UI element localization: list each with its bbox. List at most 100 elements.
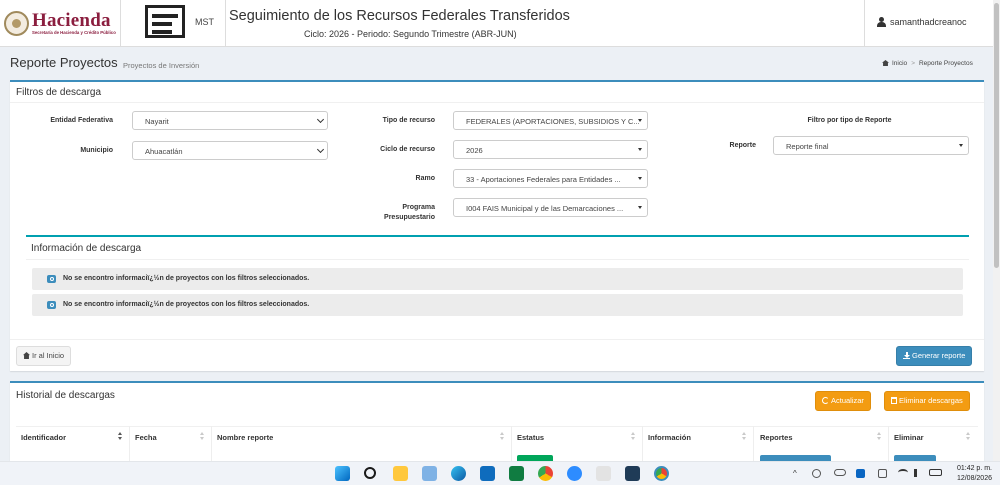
filters-panel-title: Filtros de descarga (16, 87, 102, 98)
hacienda-logo[interactable]: Hacienda Secretaría de Hacienda y Crédit… (0, 0, 120, 47)
mst-logo: MST (120, 0, 226, 47)
ramo-label: Ramo (415, 175, 435, 182)
national-seal-icon (4, 11, 29, 36)
delete-downloads-button[interactable]: Eliminar descargas (884, 391, 970, 411)
info-box: Información de descarga No se encontro i… (26, 235, 969, 321)
history-title: Historial de descargas (16, 390, 115, 401)
column-divider (129, 426, 130, 461)
outlook-icon[interactable] (480, 466, 495, 481)
trash-icon (891, 397, 897, 404)
ciclo-select[interactable]: 2026 (453, 140, 648, 159)
col-reportes[interactable]: Reportes (760, 433, 793, 442)
generate-report-button[interactable]: Generar reporte (896, 346, 973, 366)
user-icon (877, 17, 886, 27)
logo-subtitle: Secretaría de Hacienda y Crédito Público (32, 30, 116, 35)
divider (10, 102, 984, 103)
tipo-recurso-label: Tipo de recurso (382, 117, 435, 124)
alert-text: No se encontro informaciï¿½n de proyecto… (63, 275, 310, 282)
col-informacion[interactable]: Información (648, 433, 691, 442)
ramo-value: 33 - Aportaciones Federales para Entidad… (466, 175, 621, 184)
breadcrumb-current: Reporte Proyectos (918, 60, 973, 67)
sort-icon[interactable] (742, 432, 748, 441)
clock-time: 01:42 p. m. (956, 465, 992, 472)
tipo-recurso-select[interactable]: FEDERALES (APORTACIONES, SUBSIDIOS Y C..… (453, 111, 648, 130)
search-icon[interactable] (364, 467, 376, 479)
system-title: Seguimiento de los Recursos Federales Tr… (229, 8, 570, 24)
volume-icon[interactable] (914, 469, 923, 477)
page-title: Reporte Proyectos (10, 55, 118, 70)
ramo-select[interactable]: 33 - Aportaciones Federales para Entidad… (453, 169, 648, 188)
programa-select[interactable]: I004 FAIS Municipal y de las Demarcacion… (453, 198, 648, 217)
municipio-label: Municipio (80, 147, 113, 154)
col-fecha[interactable]: Fecha (135, 433, 157, 442)
show-hidden-icons[interactable]: ^ (793, 469, 797, 478)
sort-icon[interactable] (966, 432, 972, 441)
mst-label: MST (195, 17, 214, 27)
user-menu[interactable]: samanthadcreanoc (864, 0, 993, 47)
reporte-select[interactable]: Reporte final (773, 136, 969, 155)
wifi-icon[interactable] (898, 469, 908, 476)
filtro-tipo-label: Filtro por tipo de Reporte (807, 117, 892, 124)
headset-icon[interactable] (812, 469, 821, 478)
chevron-down-icon (316, 145, 325, 154)
home-button[interactable]: Ir al Inicio (16, 346, 72, 366)
battery-icon[interactable] (929, 469, 942, 476)
divider (10, 339, 984, 340)
divider (26, 259, 969, 260)
edge-icon[interactable] (451, 466, 466, 481)
col-nombre-reporte[interactable]: Nombre reporte (217, 433, 273, 442)
security-app-icon[interactable] (625, 466, 640, 481)
scrollbar-thumb[interactable] (994, 3, 999, 268)
weather-icon[interactable] (422, 466, 437, 481)
page-subtitle: Proyectos de Inversión (123, 61, 200, 70)
column-divider (511, 426, 512, 461)
sort-icon[interactable] (631, 432, 637, 441)
sort-desc-icon[interactable] (118, 432, 124, 441)
user-name[interactable]: samanthadcreanoc (890, 17, 967, 27)
delete-downloads-label: Eliminar descargas (899, 396, 963, 405)
reporte-value: Reporte final (786, 142, 829, 151)
home-icon (23, 352, 30, 359)
column-divider (753, 426, 754, 461)
col-estatus[interactable]: Estatus (517, 433, 544, 442)
dashboard-icon (882, 60, 889, 66)
start-icon[interactable] (335, 466, 350, 481)
col-eliminar[interactable]: Eliminar (894, 433, 924, 442)
col-identificador[interactable]: Identificador (21, 433, 66, 442)
eye-icon (47, 275, 56, 283)
home-button-label: Ir al Inicio (32, 351, 65, 360)
breadcrumb: Inicio > Reporte Proyectos (882, 60, 973, 67)
clock[interactable]: 01:42 p. m. 12/08/2026 (950, 464, 992, 484)
sort-icon[interactable] (200, 432, 206, 441)
zoom-icon[interactable] (567, 466, 582, 481)
chrome-profile-icon[interactable] (654, 466, 669, 481)
sort-icon[interactable] (500, 432, 506, 441)
excel-icon[interactable] (509, 466, 524, 481)
entidad-select[interactable]: Nayarit (132, 111, 328, 130)
file-explorer-icon[interactable] (393, 466, 408, 481)
caret-down-icon (638, 206, 642, 209)
ciclo-label: Ciclo de recurso (380, 146, 435, 153)
vertical-scrollbar[interactable] (993, 0, 1000, 461)
breadcrumb-home[interactable]: Inicio (892, 60, 907, 67)
onedrive-icon[interactable] (834, 469, 846, 476)
windows-taskbar: ^ 01:42 p. m. 12/08/2026 (0, 461, 1000, 485)
caret-down-icon (959, 144, 963, 147)
display-icon[interactable] (878, 469, 887, 478)
refresh-button[interactable]: Actualizar (815, 391, 871, 411)
breadcrumb-separator: > (911, 60, 915, 67)
top-header: Hacienda Secretaría de Hacienda y Crédit… (0, 0, 993, 47)
refresh-label: Actualizar (831, 396, 864, 405)
chrome-icon[interactable] (538, 466, 553, 481)
entidad-label: Entidad Federativa (50, 117, 113, 124)
programa-label: Programa Presupuestario (384, 204, 435, 221)
reporte-label: Reporte (729, 142, 756, 149)
generate-report-label: Generar reporte (912, 351, 966, 360)
snipping-tool-icon[interactable] (596, 466, 611, 481)
table-top-border (16, 426, 978, 427)
app-tray-icon[interactable] (856, 469, 865, 478)
sort-icon[interactable] (877, 432, 883, 441)
municipio-select[interactable]: Ahuacatlán (132, 141, 328, 160)
info-alert: No se encontro informaciï¿½n de proyecto… (32, 268, 963, 290)
caret-down-icon (638, 177, 642, 180)
